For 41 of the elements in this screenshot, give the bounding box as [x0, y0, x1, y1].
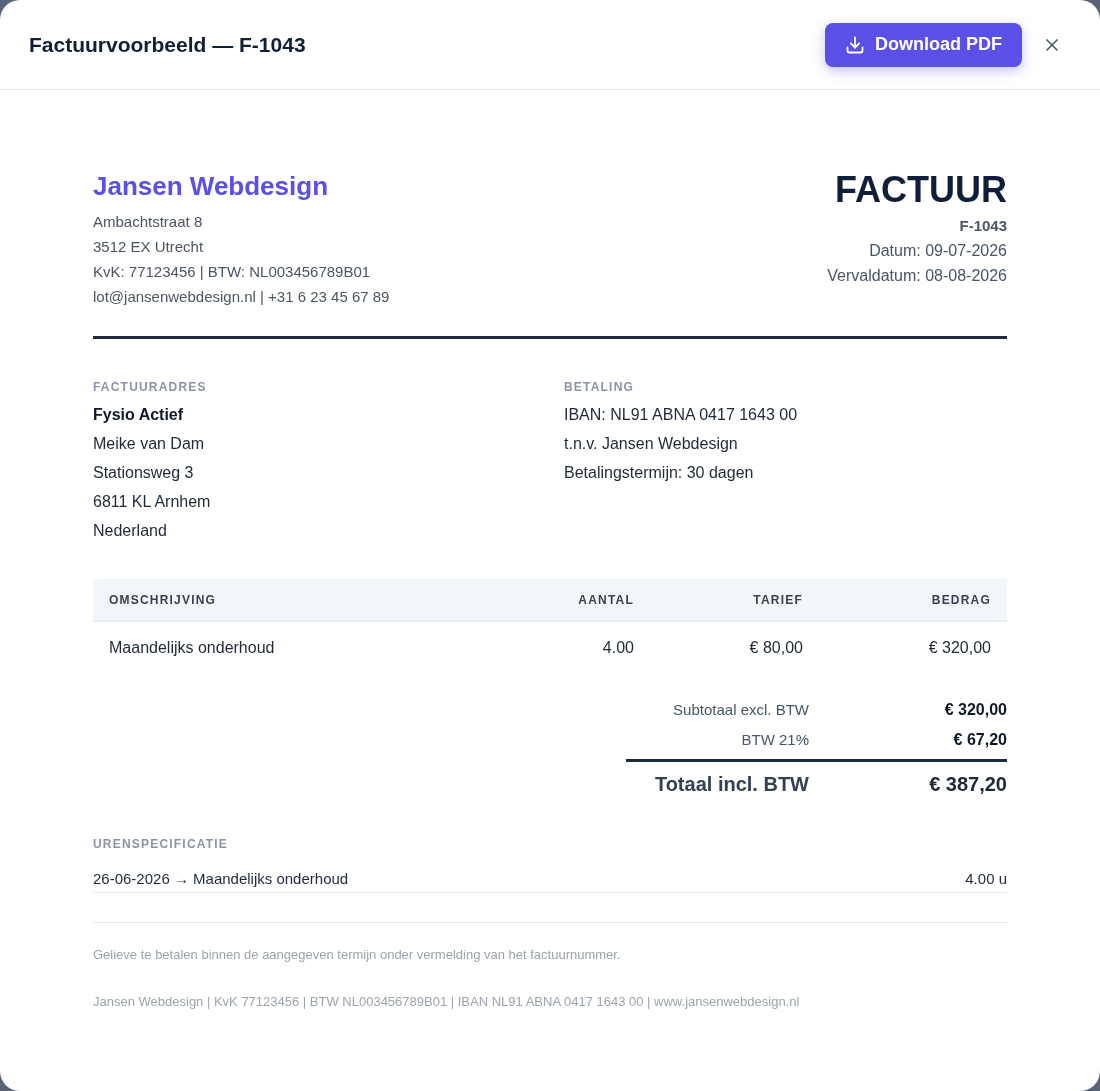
section-label: URENSPECIFICATIE — [93, 836, 228, 852]
summary-value: € 67,20 — [952, 730, 1007, 750]
payment-detail: IBAN: NL91 ABNA 0417 1643 00 — [564, 405, 798, 425]
address-line: Meike van Dam — [93, 434, 205, 454]
download-pdf-button[interactable]: Download PDF — [825, 22, 1022, 67]
invoice-number: F-1043 — [959, 216, 1007, 236]
due-date: Vervaldatum: 08-08-2026 — [827, 266, 1007, 286]
grand-total-value: € 387,20 — [928, 772, 1007, 797]
table-cell-text: € 320,00 — [927, 638, 992, 658]
address-line: 6811 KL Arnhem — [93, 492, 211, 512]
footer-company-details: Jansen Webdesign | KvK 77123456 | BTW NL003456789B01 | IBAN NL91 ABNA 0417 1643 00 | www.jansenwebdesign.nl — [93, 993, 800, 1011]
company-name: Jansen Webdesign — [93, 170, 329, 202]
download-icon — [845, 34, 865, 55]
column-header: AANTAL — [577, 591, 635, 609]
summary-label: Subtotaal excl. BTW — [672, 700, 809, 720]
grand-total-label: Totaal incl. BTW — [653, 772, 809, 797]
column-header: TARIEF — [752, 591, 804, 609]
table-cell-text: 4.00 — [601, 638, 635, 658]
sender-detail-line: lot@jansenwebdesign.nl | +31 6 23 45 67 89 — [93, 287, 390, 307]
sender-detail-line: 3512 EX Utrecht — [93, 237, 204, 257]
hours-entry-description: 26-06-2026 → Maandelijks onderhoud — [93, 869, 349, 889]
table-cell-text: Maandelijks onderhoud — [108, 638, 276, 658]
hours-entry-amount: 4.00 u — [965, 869, 1007, 889]
column-header: OMSCHRIJVING — [108, 591, 218, 609]
section-label: BETALING — [564, 379, 635, 395]
invoice-heading: FACTUUR — [835, 170, 1007, 210]
payment-detail: t.n.v. Jansen Webdesign — [564, 434, 738, 454]
sender-detail-line: Ambachtstraat 8 — [93, 212, 203, 232]
table-cell-text: € 80,00 — [748, 638, 804, 658]
dialog-title: Factuurvoorbeeld — F-1043 — [29, 31, 306, 58]
sender-detail-line: KvK: 77123456 | BTW: NL003456789B01 — [93, 262, 371, 282]
client-name: Fysio Actief — [93, 405, 184, 425]
invoice-date: Datum: 09-07-2026 — [869, 241, 1007, 261]
column-header: BEDRAG — [930, 591, 992, 609]
footer-note: Gelieve te betalen binnen de aangegeven termijn onder vermelding van het factuurnummer. — [93, 946, 621, 964]
summary-value: € 320,00 — [943, 700, 1007, 720]
summary-label: BTW 21% — [740, 730, 809, 750]
payment-detail: Betalingstermijn: 30 dagen — [564, 463, 754, 483]
address-line: Nederland — [93, 521, 167, 541]
section-label: FACTUURADRES — [93, 379, 207, 395]
address-line: Stationsweg 3 — [93, 463, 194, 483]
